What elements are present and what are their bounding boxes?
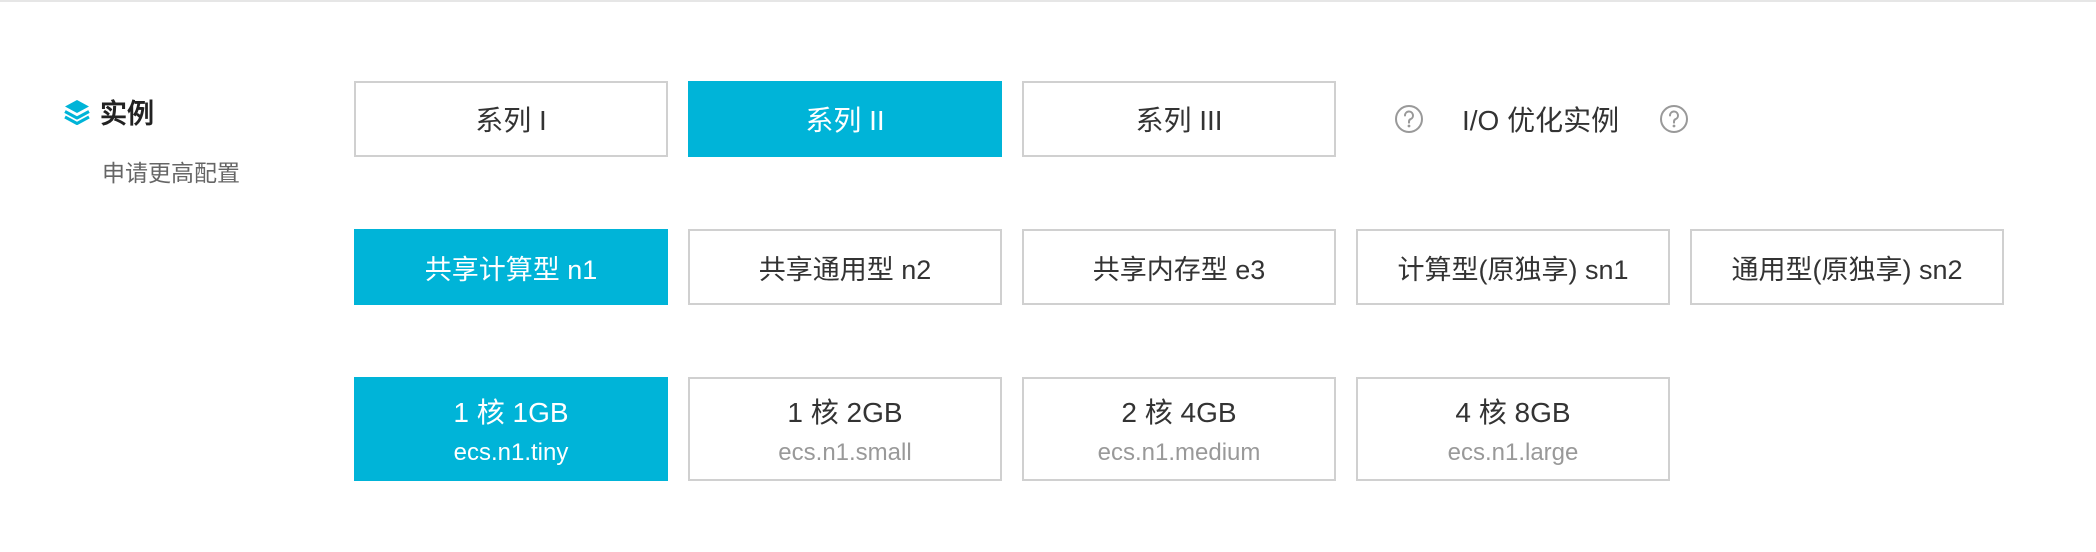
series-option-1[interactable]: 系列 I [354,81,668,157]
series-option-2[interactable]: 系列 II [688,81,1002,157]
question-circle-icon[interactable] [1659,104,1689,134]
family-option-label: 共享计算型 n1 [424,254,598,285]
top-divider [0,0,2096,2]
family-option-n1[interactable]: 共享计算型 n1 [354,229,668,305]
family-option-sn1[interactable]: 计算型(原独享) sn1 [1356,229,1670,305]
spec-title: 4 核 8GB [1455,397,1571,428]
spec-code: ecs.n1.medium [1097,439,1261,466]
spec-option-medium[interactable]: 2 核 4GB ecs.n1.medium [1022,377,1336,481]
spec-code: ecs.n1.large [1447,439,1579,466]
io-optimized-group: I/O 优化实例 [1394,81,1689,157]
section-title: 实例 [100,99,154,129]
spec-option-large[interactable]: 4 核 8GB ecs.n1.large [1356,377,1670,481]
series-option-label: 系列 III [1135,105,1223,136]
family-selector: 共享计算型 n1 共享通用型 n2 共享内存型 e3 计算型(原独享) sn1 … [354,229,2004,305]
request-higher-config-text: 申请更高配置 [102,160,240,186]
question-circle-icon[interactable] [1394,104,1424,134]
io-optimized-label: I/O 优化实例 [1462,105,1620,136]
series-option-label: 系列 II [805,105,885,136]
instance-config-panel: 实例 申请更高配置 系列 I 系列 II 系列 III I/O 优化实例 共享计… [0,0,2096,552]
series-selector: 系列 I 系列 II 系列 III I/O 优化实例 [354,81,1689,157]
series-option-label: 系列 I [475,105,547,136]
section-header: 实例 [62,92,154,131]
layers-icon [64,99,90,125]
spec-title: 1 核 2GB [787,397,903,428]
family-option-label: 通用型(原独享) sn2 [1731,254,1963,285]
spec-option-small[interactable]: 1 核 2GB ecs.n1.small [688,377,1002,481]
spec-selector: 1 核 1GB ecs.n1.tiny 1 核 2GB ecs.n1.small… [354,377,1670,481]
family-option-label: 共享内存型 e3 [1092,254,1266,285]
family-option-n2[interactable]: 共享通用型 n2 [688,229,1002,305]
family-option-label: 计算型(原独享) sn1 [1397,254,1629,285]
spec-code: ecs.n1.small [778,439,912,466]
family-option-e3[interactable]: 共享内存型 e3 [1022,229,1336,305]
spec-option-tiny[interactable]: 1 核 1GB ecs.n1.tiny [354,377,668,481]
spec-code: ecs.n1.tiny [453,439,569,466]
spec-title: 2 核 4GB [1121,397,1237,428]
family-option-sn2[interactable]: 通用型(原独享) sn2 [1690,229,2004,305]
family-option-label: 共享通用型 n2 [758,254,932,285]
spec-title: 1 核 1GB [453,397,569,428]
series-option-3[interactable]: 系列 III [1022,81,1336,157]
